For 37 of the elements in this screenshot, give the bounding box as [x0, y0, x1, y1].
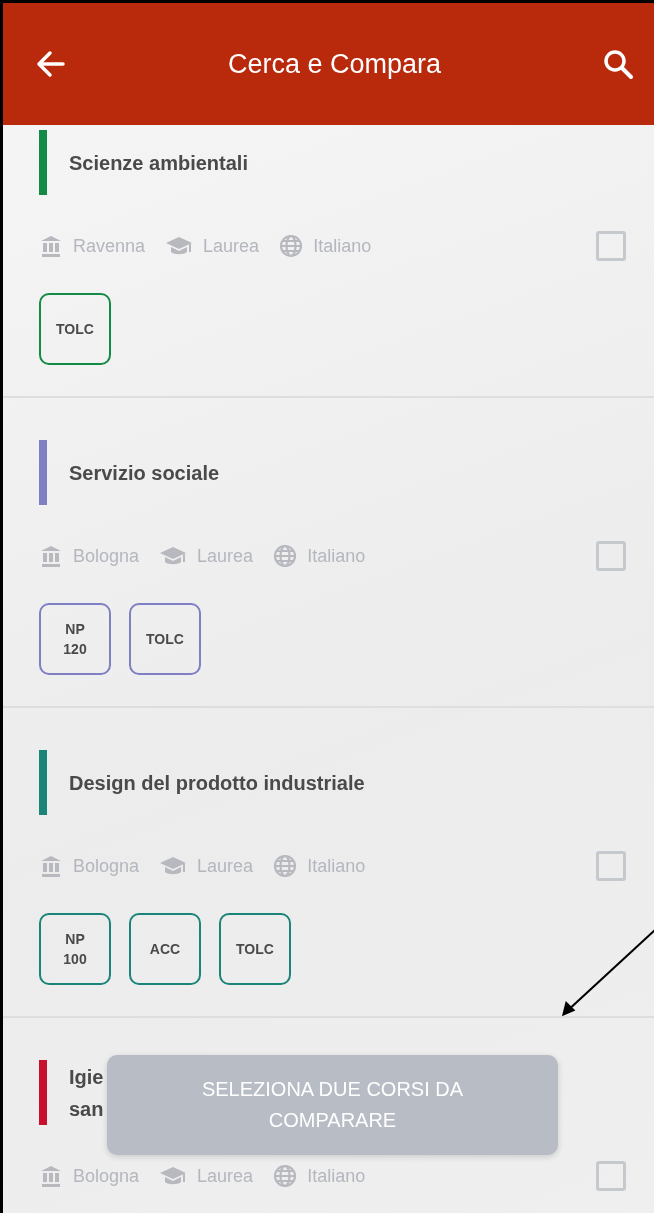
checkbox[interactable] — [596, 541, 626, 571]
admission-tag: NP 100 — [39, 913, 111, 985]
bank-building-icon — [39, 1164, 63, 1188]
admission-tag: TOLC — [39, 293, 111, 365]
city-label: Ravenna — [73, 235, 146, 257]
bank-building-icon — [39, 544, 63, 568]
admission-tag: TOLC — [129, 603, 201, 675]
language-label: Italiano — [307, 855, 366, 877]
admission-tag: TOLC — [219, 913, 291, 985]
bank-building-icon — [39, 234, 63, 258]
admission-tag: NP 120 — [39, 603, 111, 675]
language-label: Italiano — [307, 1165, 366, 1187]
checkbox[interactable] — [596, 1161, 626, 1191]
screen-title: Cerca e Compara — [227, 48, 442, 80]
city-label: Bologna — [73, 855, 140, 877]
back-arrow-icon[interactable] — [35, 48, 67, 80]
course-title: Servizio sociale — [69, 460, 220, 486]
checkbox[interactable] — [596, 231, 626, 261]
globe-icon — [279, 234, 304, 258]
degree-label: Laurea — [197, 855, 254, 877]
city-label: Bologna — [73, 1165, 140, 1187]
search-icon[interactable] — [602, 48, 634, 80]
admission-tag: ACC — [129, 913, 201, 985]
bank-building-icon — [39, 854, 63, 878]
course-title: Design del prodotto industriale — [69, 770, 365, 796]
degree-label: Laurea — [197, 545, 254, 567]
globe-icon — [273, 544, 298, 568]
city-label: Bologna — [73, 545, 140, 567]
course-title: Igie san — [69, 1064, 104, 1122]
course-title: Scienze ambientali — [69, 150, 248, 176]
checkbox[interactable] — [596, 851, 626, 881]
language-label: Italiano — [307, 545, 366, 567]
globe-icon — [273, 854, 298, 878]
degree-label: Laurea — [203, 235, 260, 257]
degree-label: Laurea — [197, 1165, 254, 1187]
language-label: Italiano — [313, 235, 372, 257]
globe-icon — [273, 1164, 298, 1188]
